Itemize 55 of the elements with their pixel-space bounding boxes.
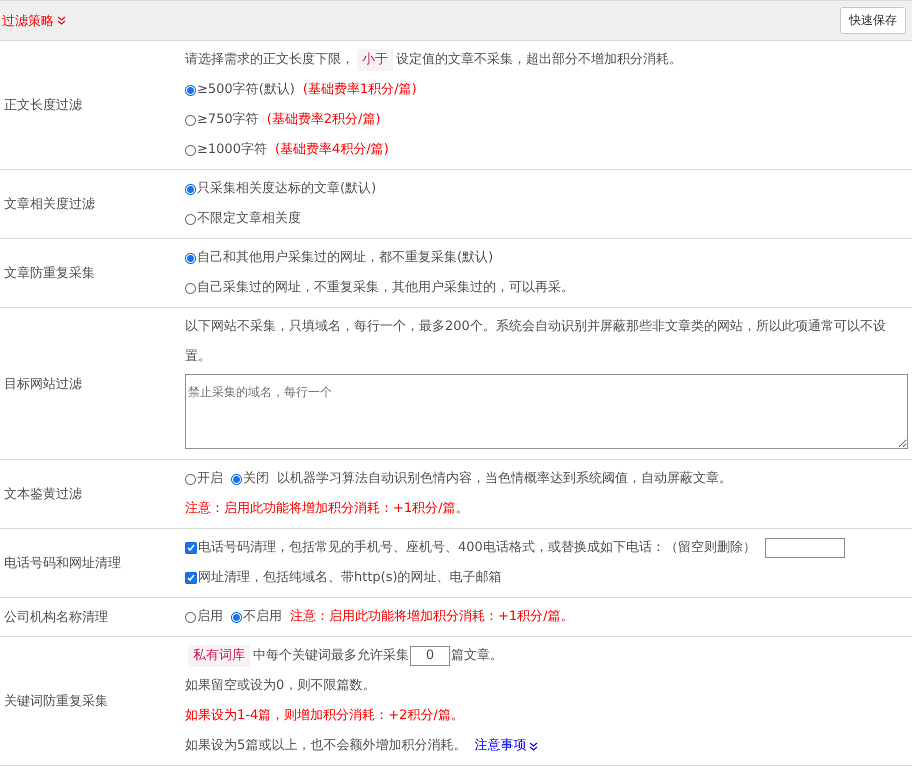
radio-label[interactable]: ≥1000字符: [197, 135, 267, 165]
description-text: 篇文章。: [451, 647, 503, 665]
warning-text: (基础费率2积分/篇): [266, 111, 381, 129]
radio-button[interactable]: [185, 144, 196, 156]
row-label: 公司机构名称清理: [3, 609, 109, 627]
radio-button[interactable]: [185, 84, 196, 96]
description-text: 中每个关键词最多允许采集: [253, 647, 409, 665]
radio-label[interactable]: 启用: [197, 602, 223, 632]
warning-text: (基础费率1积分/篇): [302, 81, 417, 99]
notes-link[interactable]: 注意事项: [474, 731, 526, 761]
row-label: 电话号码和网址清理: [3, 555, 122, 573]
row-label: 文本鉴黄过滤: [3, 486, 83, 504]
warning-text: 注意：启用此功能将增加积分消耗：+1积分/篇。: [290, 608, 574, 626]
checkbox[interactable]: [185, 542, 197, 554]
radio-button[interactable]: [185, 612, 196, 622]
quick-save-button[interactable]: 快速保存: [840, 7, 906, 34]
radio-button[interactable]: [185, 214, 196, 224]
number-input[interactable]: [764, 538, 845, 558]
checkbox[interactable]: [185, 572, 197, 584]
row-label: 目标网站过滤: [3, 376, 83, 394]
checkbox-label[interactable]: 网址清理，包括纯域名、带http(s)的网址、电子邮箱: [198, 563, 502, 593]
radio-label[interactable]: 自己采集过的网址，不重复采集，其他用户采集过的，可以再采。: [197, 273, 574, 303]
description-text: 如果设为5篇或以上，也不会额外增加积分消耗。: [185, 737, 466, 755]
radio-label[interactable]: 不限定文章相关度: [197, 204, 301, 234]
warning-text: (基础费率4积分/篇): [274, 141, 389, 159]
radio-label[interactable]: ≥500字符(默认): [197, 75, 295, 105]
domain-textarea[interactable]: 禁止采集的域名，每行一个: [185, 374, 908, 449]
description-text: 请选择需求的正文长度下限，: [185, 51, 354, 69]
code-tag: 小于: [357, 49, 393, 71]
radio-label[interactable]: 只采集相关度达标的文章(默认): [197, 174, 376, 204]
description-text: 以机器学习算法自动识别色情内容，当色情概率达到系统阈值，自动屏蔽文章。: [277, 470, 732, 488]
radio-button[interactable]: [231, 612, 242, 622]
warning-text: 注意：启用此功能将增加积分消耗：+1积分/篇。: [185, 500, 469, 518]
description-text: 设定值的文章不采集，超出部分不增加积分消耗。: [396, 51, 682, 69]
radio-label[interactable]: 不启用: [243, 602, 282, 632]
radio-button[interactable]: [185, 114, 196, 126]
description-text: 以下网站不采集，只填域名，每行一个，最多200个。系统会自动识别并屏蔽那些非文章类的网站，所以此项通常可以不设置。: [185, 318, 887, 366]
radio-button[interactable]: [231, 474, 242, 484]
row-label: 关键词防重复采集: [3, 693, 109, 711]
radio-label[interactable]: 开启: [197, 464, 223, 494]
radio-button[interactable]: [185, 474, 196, 484]
radio-label[interactable]: ≥750字符: [197, 105, 259, 135]
code-tag: 私有词库: [188, 645, 250, 667]
row-label: 正文长度过滤: [3, 97, 83, 115]
row-label: 文章防重复采集: [3, 265, 96, 283]
checkbox-label[interactable]: 电话号码清理，包括常见的手机号、座机号、400电话格式，或替换成如下电话：（留空则删除）: [198, 533, 756, 563]
radio-label[interactable]: 自己和其他用户采集过的网址，都不重复采集(默认): [197, 243, 494, 273]
description-text: 如果留空或设为0，则不限篇数。: [185, 677, 376, 695]
radio-button[interactable]: [185, 184, 196, 194]
radio-button[interactable]: [185, 282, 196, 294]
number-input[interactable]: 0: [410, 646, 450, 666]
radio-label[interactable]: 关闭: [243, 464, 269, 494]
radio-button[interactable]: [185, 252, 196, 264]
row-label: 文章相关度过滤: [3, 196, 96, 214]
warning-text: 如果设为1-4篇，则增加积分消耗：+2积分/篇。: [185, 707, 464, 725]
